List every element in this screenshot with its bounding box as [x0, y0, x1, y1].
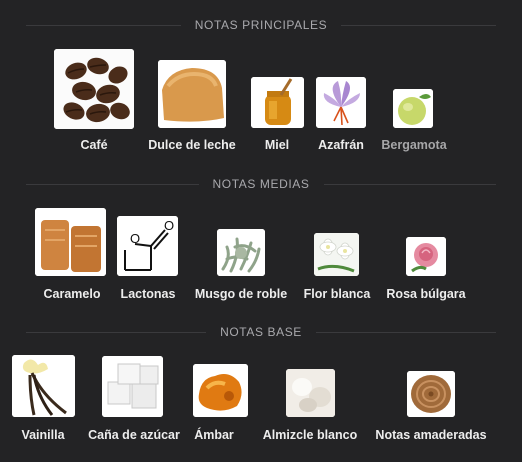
sugar-cubes-icon[interactable] — [102, 356, 163, 417]
note-label: Lactonas — [120, 287, 176, 301]
note-label: Ámbar — [194, 428, 234, 442]
note-label: Notas amaderadas — [375, 428, 487, 442]
note-label: Bergamota — [381, 138, 447, 152]
note-label: Dulce de leche — [148, 138, 236, 152]
divider — [315, 331, 497, 333]
divider — [26, 331, 207, 333]
note-label: Caramelo — [43, 287, 101, 301]
section-header-principales: NOTAS PRINCIPALES — [0, 18, 522, 32]
honey-jar-icon[interactable] — [251, 77, 304, 128]
vanilla-icon[interactable] — [12, 355, 75, 417]
bergamot-fruit-icon[interactable] — [393, 89, 433, 128]
note-label: Flor blanca — [303, 287, 371, 301]
note-label: Vainilla — [21, 428, 65, 442]
oakmoss-icon[interactable] — [217, 229, 265, 276]
lactone-structure-icon[interactable]: O O — [117, 216, 178, 276]
dulce-de-leche-icon[interactable] — [158, 60, 226, 128]
note-label: Caña de azúcar — [88, 428, 180, 442]
amber-icon[interactable] — [193, 364, 248, 417]
svg-text:O: O — [164, 218, 174, 233]
section-title: NOTAS BASE — [220, 325, 302, 339]
divider — [323, 183, 496, 185]
section-title: NOTAS PRINCIPALES — [194, 18, 328, 32]
saffron-flower-icon[interactable] — [316, 77, 366, 128]
white-flower-icon[interactable] — [314, 233, 359, 276]
white-musk-icon[interactable] — [286, 369, 335, 417]
note-label: Rosa búlgara — [386, 287, 466, 301]
section-title: NOTAS MEDIAS — [212, 177, 310, 191]
wood-icon[interactable] — [407, 371, 455, 417]
coffee-beans-icon[interactable] — [54, 49, 134, 129]
section-header-medias: NOTAS MEDIAS — [0, 177, 522, 191]
divider — [26, 24, 181, 26]
divider — [341, 24, 497, 26]
pink-rose-icon[interactable] — [406, 237, 446, 276]
note-label: Azafrán — [318, 138, 364, 152]
divider — [26, 183, 199, 185]
note-label: Musgo de roble — [194, 287, 288, 301]
svg-text:O: O — [130, 231, 140, 246]
section-header-base: NOTAS BASE — [0, 325, 522, 339]
note-label: Café — [80, 138, 108, 152]
note-label: Miel — [264, 138, 290, 152]
caramel-icon[interactable] — [35, 208, 106, 276]
note-label: Almizcle blanco — [262, 428, 358, 442]
